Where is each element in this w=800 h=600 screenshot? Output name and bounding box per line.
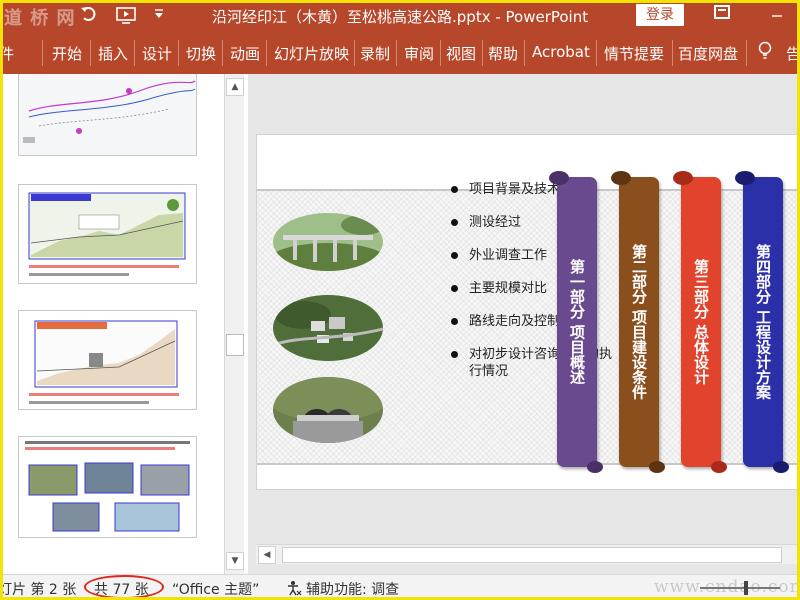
slideshow-from-start-icon[interactable] (116, 5, 138, 25)
bullet-icon (451, 252, 458, 259)
tab-insert[interactable]: 插入 (98, 43, 128, 64)
accessibility-status[interactable]: 辅助功能: 调查 (306, 579, 399, 599)
zoom-slider[interactable] (700, 581, 780, 595)
tab-baidu-netdisk[interactable]: 百度网盘 (678, 43, 738, 64)
part-4-label: 第四部分 工程设计方案 (754, 244, 772, 400)
slide-thumb-4[interactable] (18, 436, 197, 538)
part-2-ribbon[interactable]: 第二部分 项目建设条件 (611, 171, 665, 473)
part-3-ribbon[interactable]: 第三部分 总体设计 (673, 171, 727, 473)
slide-thumb-3[interactable] (18, 310, 197, 410)
part-2-label: 第二部分 项目建设条件 (630, 244, 648, 400)
village-aerial-photo (273, 295, 383, 361)
tell-me-bulb-icon[interactable] (758, 41, 772, 61)
tab-design[interactable]: 设计 (142, 43, 172, 64)
bullet-icon (451, 285, 458, 292)
site-logo-watermark: 道 桥 网 (4, 8, 76, 29)
bullet-icon (451, 219, 458, 226)
annotation-circle (84, 575, 164, 599)
bullet-icon (451, 351, 458, 358)
tab-slideshow[interactable]: 幻灯片放映 (274, 43, 349, 64)
title-bar: 道 桥 网 沿河经印江（木黄）至松桃高速公路.pptx - PowerPoint… (0, 0, 800, 32)
undo-icon[interactable] (80, 5, 98, 23)
customize-dropdown-icon[interactable] (154, 9, 164, 19)
part-4-ribbon[interactable]: 第四部分 工程设计方案 (735, 171, 789, 473)
bullet-icon (451, 318, 458, 325)
login-button[interactable]: 登录 (636, 4, 684, 26)
thumbnail-scrollbar[interactable]: ▲ ▼ (224, 74, 244, 574)
bullet-icon (451, 186, 458, 193)
theme-name: “Office 主题” (172, 582, 260, 598)
zoom-slider-knob[interactable] (744, 581, 748, 595)
part-1-ribbon[interactable]: 第一部分 项目概述 (549, 171, 603, 473)
tab-storyboard[interactable]: 情节提要 (604, 43, 664, 64)
ribbon-display-options-icon[interactable] (714, 5, 730, 19)
bridge-photo (273, 213, 383, 271)
tab-animations[interactable]: 动画 (230, 43, 260, 64)
horizontal-scrollbar[interactable]: ◀ (256, 544, 800, 564)
slide-editing-area: 项目背景及技术 测设经过 外业调查工作 主要规模对比 路线走向及控制 对初步设计… (248, 74, 800, 574)
window-title: 沿河经印江（木黄）至松桃高速公路.pptx - PowerPoint (212, 8, 589, 26)
status-bar: 灯片 第 2 张 共 77 张 “Office 主题” 辅助功能: 调查 www… (0, 574, 800, 600)
horizontal-scrollbar-thumb[interactable] (282, 547, 782, 563)
tab-help[interactable]: 帮助 (488, 43, 518, 64)
tab-transitions[interactable]: 切换 (186, 43, 216, 64)
scroll-up-icon[interactable]: ▲ (226, 78, 244, 96)
tab-review[interactable]: 审阅 (404, 43, 434, 64)
slide-thumbnail-pane (0, 74, 248, 574)
scroll-left-icon[interactable]: ◀ (258, 546, 276, 564)
tunnel-portal-photo (273, 377, 383, 443)
tab-tell-me[interactable]: 告 (786, 43, 800, 64)
part-1-label: 第一部分 项目概述 (568, 259, 586, 385)
accessibility-icon[interactable] (286, 580, 302, 596)
ribbon-tabs: 文件 开始 插入 设计 切换 动画 幻灯片放映 录制 审阅 视图 帮助 Acro… (0, 32, 800, 74)
slide-thumb-2[interactable] (18, 184, 197, 284)
tab-file[interactable]: 文件 (0, 43, 14, 64)
slide-thumb-1[interactable] (18, 74, 197, 156)
slide-position: 灯片 第 2 张 (0, 582, 77, 598)
scrollbar-thumb[interactable] (226, 334, 244, 356)
minimize-icon[interactable] (770, 6, 784, 20)
tab-view[interactable]: 视图 (446, 43, 476, 64)
tab-acrobat[interactable]: Acrobat (532, 43, 590, 61)
tab-record[interactable]: 录制 (360, 43, 390, 64)
tab-home[interactable]: 开始 (52, 43, 82, 64)
current-slide[interactable]: 项目背景及技术 测设经过 外业调查工作 主要规模对比 路线走向及控制 对初步设计… (256, 134, 800, 490)
part-3-label: 第三部分 总体设计 (692, 259, 710, 385)
scroll-down-icon[interactable]: ▼ (226, 552, 244, 570)
